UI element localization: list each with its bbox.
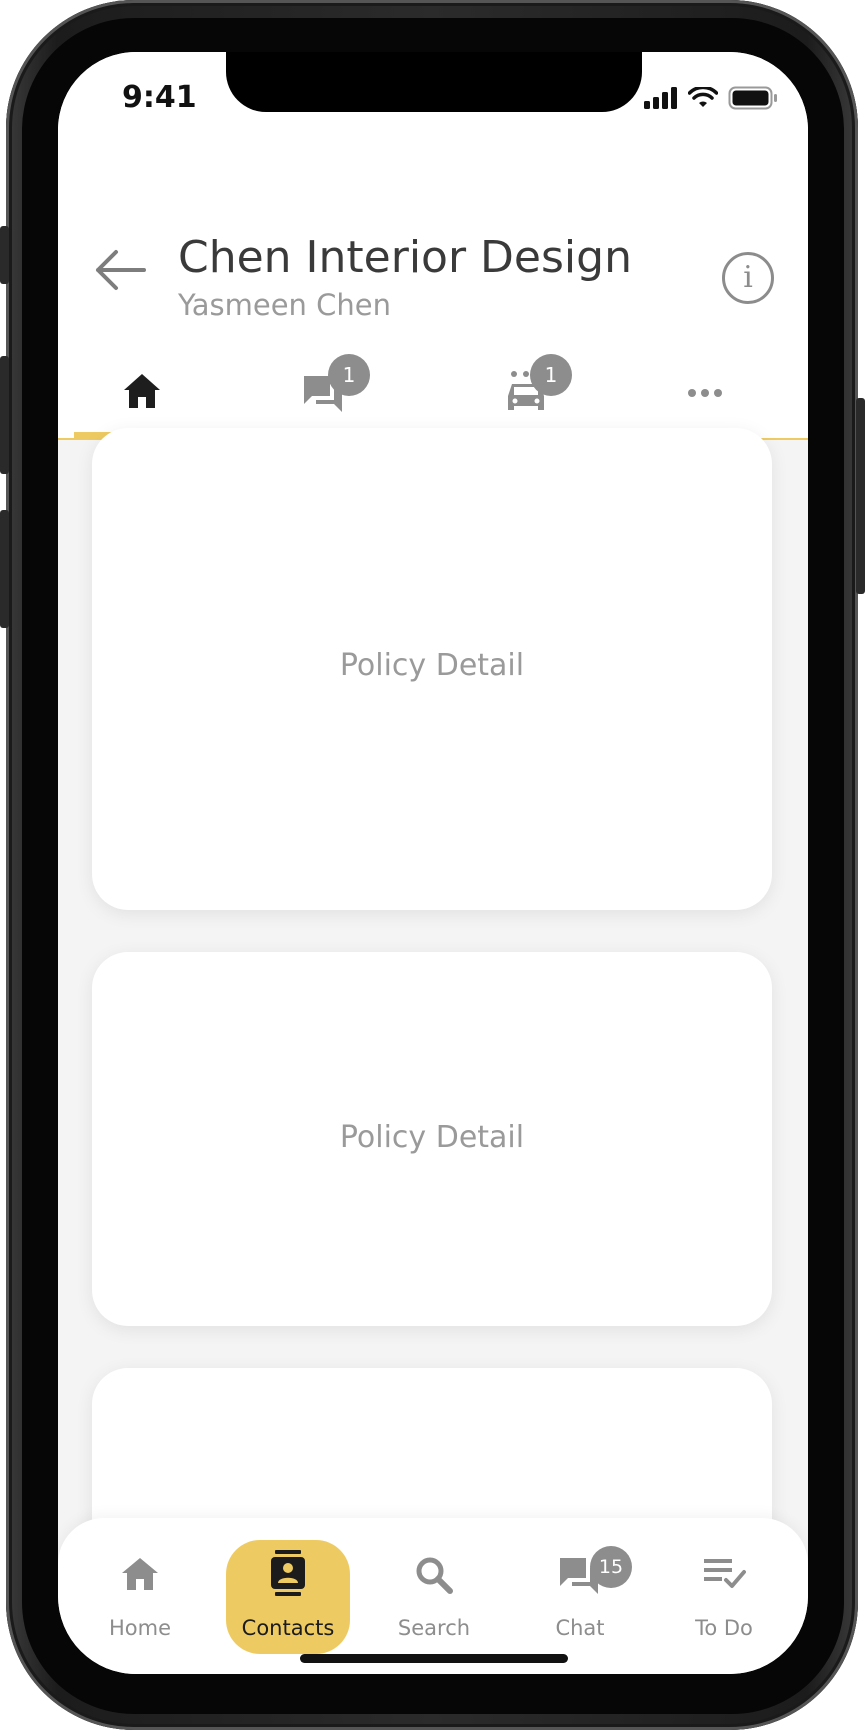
card-label: Policy Detail — [339, 1120, 525, 1155]
bottom-navigation: Home Contacts Search 15 Chat To Do — [58, 1518, 808, 1674]
nav-search-label: Search — [397, 1616, 471, 1640]
notch — [226, 52, 642, 112]
messages-badge: 1 — [328, 354, 370, 396]
silent-switch — [0, 226, 9, 284]
arrow-left-icon — [96, 250, 146, 290]
nav-contacts[interactable]: Contacts — [226, 1540, 350, 1654]
nav-todo[interactable]: To Do — [662, 1540, 786, 1654]
more-icon — [688, 389, 722, 397]
policy-detail-card[interactable]: Policy Detail — [92, 428, 772, 910]
volume-up-button — [0, 356, 9, 474]
app-screen: 9:41 Chen Interior Design Yasmeen Chen i… — [58, 52, 808, 1674]
app-header: Chen Interior Design Yasmeen Chen i 1 1 — [58, 148, 808, 440]
nav-chat[interactable]: 15 Chat — [518, 1540, 642, 1654]
home-icon — [122, 1558, 158, 1590]
tab-more[interactable] — [654, 354, 754, 434]
card-label: Policy Detail — [339, 648, 525, 683]
todo-icon — [704, 1559, 746, 1588]
policy-detail-card[interactable]: Policy Detail — [92, 952, 772, 1326]
page-title: Chen Interior Design — [178, 232, 632, 283]
volume-down-button — [0, 510, 9, 628]
cellular-signal-icon — [644, 87, 677, 109]
page-subtitle: Yasmeen Chen — [178, 288, 391, 322]
tab-car-wash[interactable]: 1 — [482, 354, 602, 434]
nav-todo-label: To Do — [695, 1616, 753, 1640]
status-icons — [644, 86, 778, 110]
nav-contacts-label: Contacts — [241, 1616, 335, 1640]
nav-chat-label: Chat — [555, 1616, 605, 1640]
chat-unread-badge: 15 — [590, 1546, 632, 1588]
nav-home[interactable]: Home — [78, 1540, 202, 1654]
back-button[interactable] — [94, 248, 146, 292]
home-indicator — [300, 1654, 568, 1663]
battery-icon — [728, 86, 777, 110]
car-wash-badge: 1 — [530, 354, 572, 396]
contacts-icon — [271, 1550, 305, 1596]
search-icon — [416, 1557, 453, 1594]
power-button — [856, 398, 865, 594]
status-time: 9:41 — [122, 80, 197, 115]
info-icon: i — [743, 260, 753, 295]
tab-home[interactable] — [74, 354, 210, 434]
tab-messages[interactable]: 1 — [278, 354, 398, 434]
info-button[interactable]: i — [722, 252, 774, 304]
nav-home-label: Home — [108, 1616, 171, 1640]
home-icon — [124, 374, 160, 408]
wifi-icon — [688, 87, 718, 107]
nav-search[interactable]: Search — [372, 1540, 496, 1654]
